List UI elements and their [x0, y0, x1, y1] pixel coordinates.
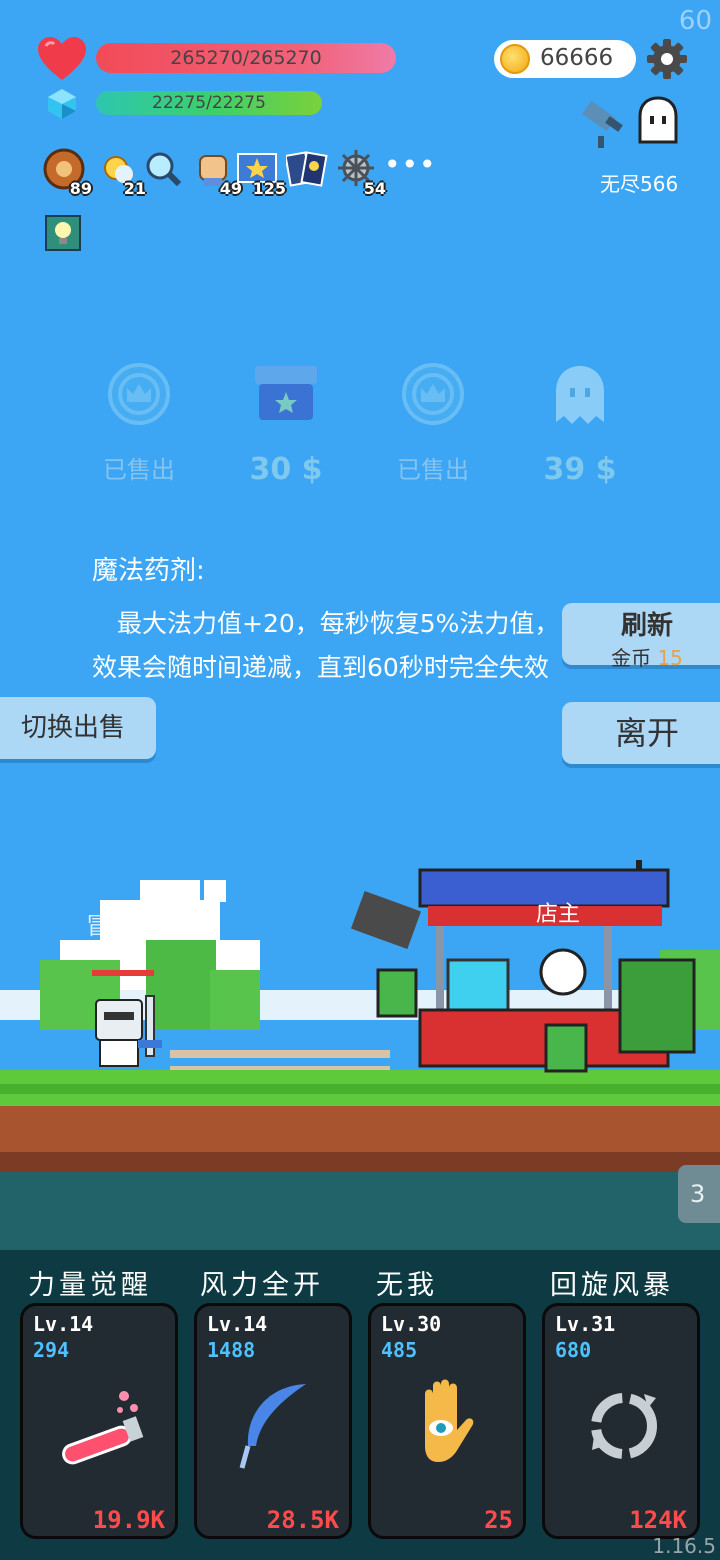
mp-bar: 22275/22275: [96, 91, 322, 115]
heart-icon: [38, 37, 86, 80]
skill-level: Lv.30: [381, 1312, 442, 1336]
version-label: 1.16.5: [652, 1534, 716, 1558]
adventurer-label: 冒险: [86, 912, 134, 940]
skill-cost: 28.5K: [266, 1506, 339, 1534]
skill-card-2[interactable]: Lv.14 1488 28.5K: [194, 1303, 352, 1539]
shop-slot-1[interactable]: 已售出: [79, 362, 199, 485]
skill-level: Lv.31: [555, 1312, 616, 1336]
endless-level-label: 无尽566: [600, 172, 679, 196]
more-buffs-button[interactable]: •••: [384, 148, 437, 181]
refresh-cost-value: 15: [657, 646, 683, 670]
eye-hand-icon: [425, 1379, 474, 1462]
potion-icon: [62, 1391, 144, 1465]
buff-fist[interactable]: 49: [192, 148, 242, 198]
skill-mana: 1488: [207, 1338, 256, 1362]
shop-slot-2[interactable]: 30 $: [226, 362, 346, 487]
skill-name-2: 风力全开: [200, 1270, 324, 1301]
ghost-pet-icon[interactable]: [634, 96, 682, 148]
skill-name-1: 力量觉醒: [28, 1270, 152, 1301]
lightbulb-icon[interactable]: [45, 215, 81, 251]
skill-card-1[interactable]: Lv.14 294 19.9K: [20, 1303, 178, 1539]
skill-level: Lv.14: [207, 1312, 268, 1336]
side-tab[interactable]: 3: [678, 1165, 720, 1223]
skill-card-3[interactable]: Lv.30 485 25: [368, 1303, 526, 1539]
refresh-button[interactable]: 刷新 金币 15: [562, 603, 720, 670]
item-title: 魔法药剂:: [92, 556, 205, 586]
fps-counter: 60: [678, 6, 712, 36]
skill-cost: 19.9K: [92, 1506, 165, 1534]
water-strip: [0, 1172, 720, 1252]
coin-icon: [500, 44, 530, 74]
magnifier-icon: [146, 152, 182, 187]
coin-amount: 66666: [540, 45, 614, 71]
buff-spiky-ball[interactable]: 54: [336, 148, 386, 198]
tarot-cards-icon: [284, 151, 328, 187]
refresh-label: 刷新: [620, 611, 673, 641]
skill-cost: 124K: [629, 1506, 687, 1534]
chest-icon: [255, 366, 317, 420]
skill-name-3: 无我: [376, 1270, 438, 1301]
buff-magnifier[interactable]: [142, 148, 186, 190]
hp-bar: 265270/265270: [96, 43, 396, 73]
buff-star-card[interactable]: 125: [236, 148, 286, 198]
mana-crystal-icon: [48, 89, 76, 119]
switch-sell-button[interactable]: 切换出售: [0, 697, 156, 759]
feather-icon: [239, 1384, 306, 1469]
shop-slot-4-price: 39 $: [543, 452, 617, 487]
shop-slot-4[interactable]: 39 $: [520, 362, 640, 487]
skill-mana: 485: [381, 1338, 418, 1362]
skill-mana: 680: [555, 1338, 592, 1362]
buff-tarot-cards[interactable]: [284, 148, 330, 190]
shop-slot-2-price: 30 $: [249, 452, 323, 487]
shop-slot-1-label: 已售出: [103, 456, 175, 484]
buff-wheel[interactable]: 89: [42, 148, 92, 198]
shop-slot-3-label: 已售出: [397, 456, 469, 484]
skill-level: Lv.14: [33, 1312, 94, 1336]
skill-mana: 294: [33, 1338, 70, 1362]
skill-card-4[interactable]: Lv.31 680 124K: [542, 1303, 700, 1539]
shop-slot-3[interactable]: 已售出: [373, 362, 493, 485]
refresh-cost-label: 金币: [611, 646, 652, 670]
leave-button[interactable]: 离开: [562, 702, 720, 764]
ghost-icon: [556, 366, 604, 424]
crown-icon: [108, 363, 170, 425]
shop-owner-label: 店主: [536, 902, 581, 927]
crown-icon: [402, 363, 464, 425]
weapon-icon[interactable]: [576, 98, 632, 150]
item-description: 最大法力值+20，每秒恢复5%法力值，效果会随时间递减，直到60秒时完全失效: [92, 609, 560, 682]
skill-cost: 25: [484, 1506, 513, 1534]
gear-icon[interactable]: [646, 38, 688, 80]
buff-sun[interactable]: 21: [96, 148, 146, 198]
cyclone-icon: [591, 1393, 657, 1459]
skill-name-4: 回旋风暴: [550, 1270, 674, 1301]
